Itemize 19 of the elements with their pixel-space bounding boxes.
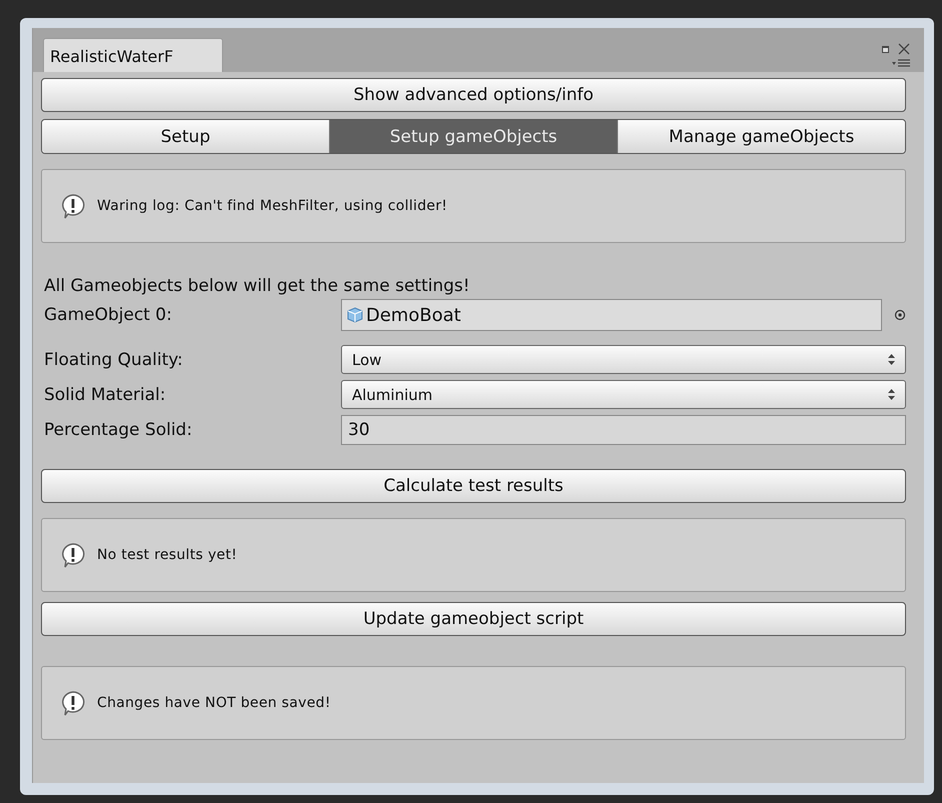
dropdown[interactable]: Aluminium (341, 380, 906, 409)
warning-text: Waring log: Can't find MeshFilter, using collider! (97, 198, 448, 214)
save-status-text: Changes have NOT been saved! (97, 695, 331, 711)
window-tab[interactable]: RealisticWaterF (43, 38, 223, 72)
field-label: Percentage Solid: (44, 420, 194, 440)
field-label: Floating Quality: (44, 350, 184, 370)
intro-text: All Gameobjects below will get the same settings! (43, 276, 471, 296)
tab[interactable]: Setup gameObjects (329, 120, 617, 153)
tab[interactable]: Setup (42, 120, 329, 153)
object-field[interactable]: DemoBoat (341, 299, 882, 331)
results-text: No test results yet! (97, 547, 238, 563)
update-script-button[interactable]: Update gameobject script (41, 602, 906, 636)
field-label: GameObject 0: (44, 305, 173, 325)
dropdown[interactable]: Low (341, 345, 906, 374)
calculate-button[interactable]: Calculate test results (41, 469, 906, 503)
number-field[interactable]: 30 (341, 414, 906, 444)
tab[interactable]: Manage gameObjects (617, 120, 905, 153)
advanced-options-button[interactable]: Show advanced options/info (41, 78, 906, 112)
field-label: Solid Material: (44, 384, 167, 404)
